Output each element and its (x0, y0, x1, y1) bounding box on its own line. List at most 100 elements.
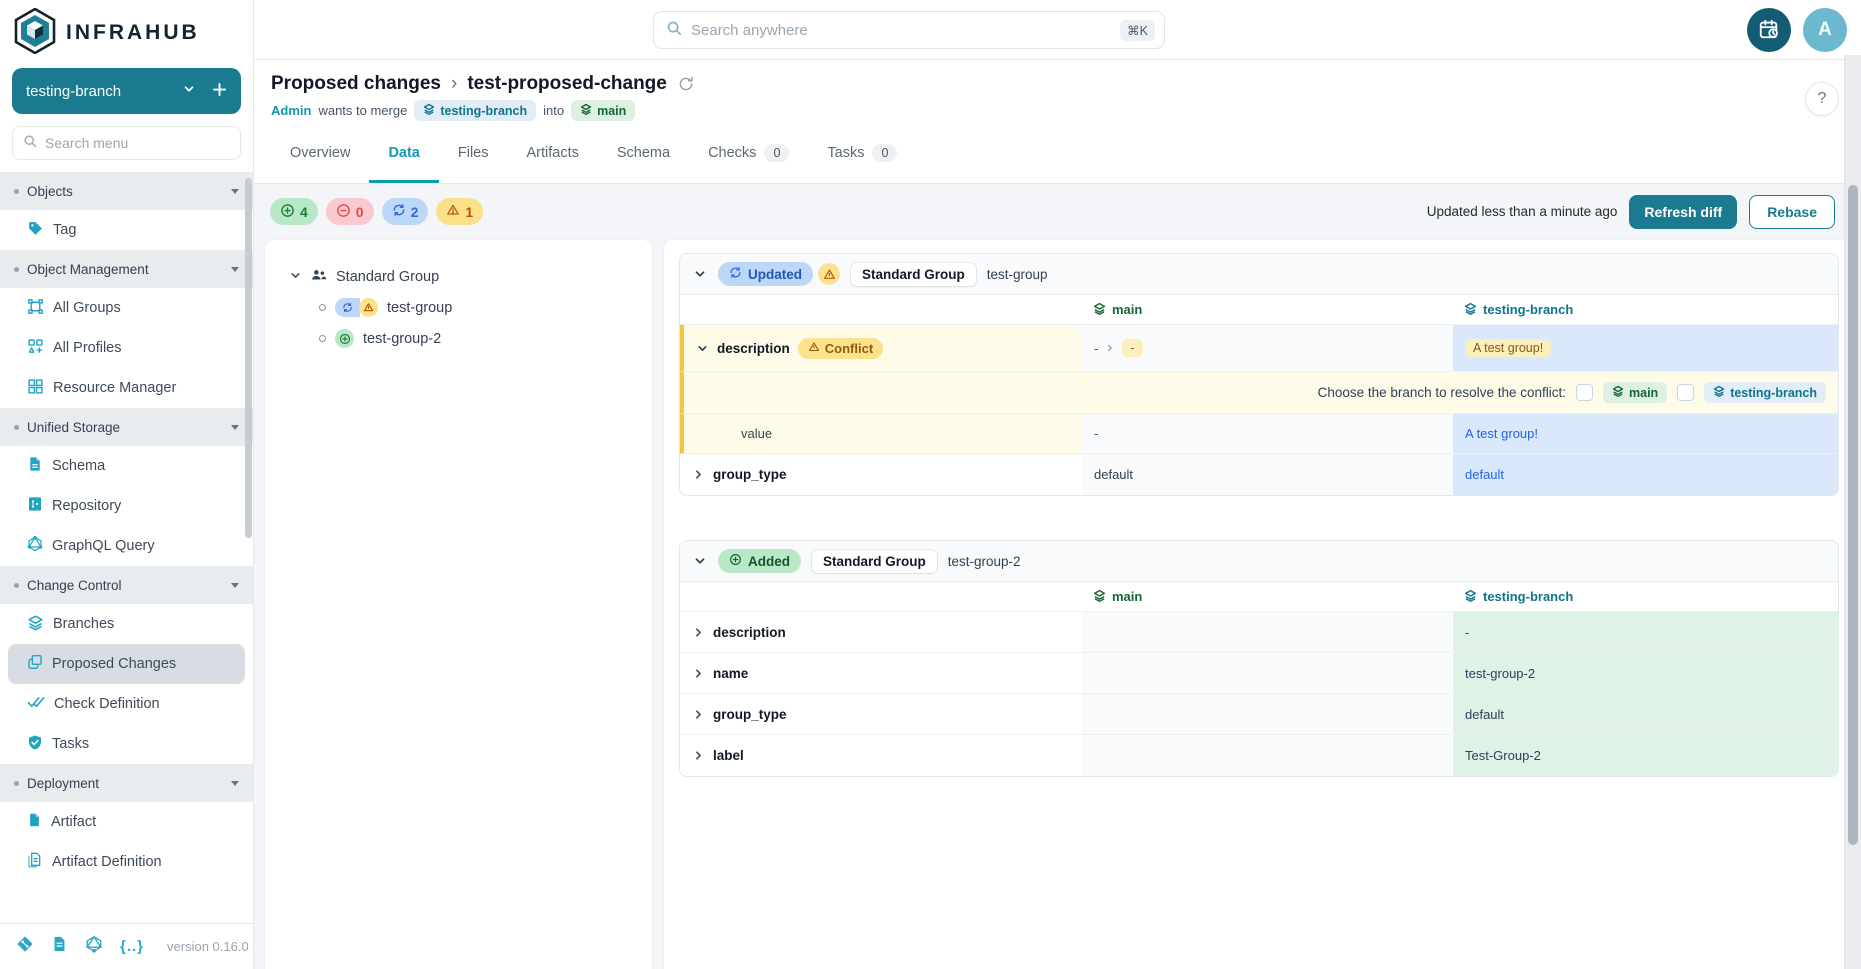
status-badge-updated: Updated (718, 262, 813, 286)
conflict-counter[interactable]: 1 (436, 198, 483, 225)
time-travel-button[interactable] (1747, 8, 1791, 52)
menu-search-input[interactable] (45, 135, 230, 151)
menu-search[interactable] (12, 126, 241, 160)
attribute-label-cell[interactable]: name (680, 653, 1082, 693)
graphql-icon (27, 536, 43, 556)
sidebar-item-repository[interactable]: Repository (8, 486, 245, 526)
property-label-cell: value (684, 414, 1082, 453)
graphql-footer-icon[interactable] (85, 935, 103, 958)
tab-schema[interactable]: Schema (598, 126, 689, 183)
sidebar-item-all-profiles[interactable]: All Profiles (8, 328, 245, 368)
breadcrumb-root[interactable]: Proposed changes (271, 73, 441, 95)
sidebar-scrollbar-thumb[interactable] (245, 178, 252, 538)
panel-header[interactable]: Added Standard Group test-group-2 (680, 541, 1838, 582)
main-value: - (1094, 426, 1098, 441)
nav-section-deployment[interactable]: Deployment (0, 764, 253, 802)
chevron-down-icon[interactable] (289, 269, 302, 286)
tab-count-badge: 0 (872, 144, 897, 162)
chevron-right-icon[interactable] (692, 667, 705, 680)
sidebar-item-all-groups[interactable]: All Groups (8, 288, 245, 328)
help-button[interactable]: ? (1805, 82, 1839, 116)
page-scrollbar-thumb[interactable] (1848, 185, 1858, 845)
branch-stack-icon (1612, 385, 1624, 400)
section-label: Object Management (27, 262, 149, 277)
resolve-branch-badge[interactable]: testing-branch (1704, 382, 1826, 403)
breadcrumb-separator: › (451, 73, 457, 95)
branch-selector[interactable]: testing-branch (12, 68, 241, 114)
chevron-right-icon[interactable] (692, 626, 705, 639)
sidebar-item-branches[interactable]: Branches (8, 604, 245, 644)
panel-header[interactable]: Updated Standard Group test-group (680, 254, 1838, 295)
global-search[interactable]: ⌘K (653, 11, 1165, 49)
target-branch-badge[interactable]: main (571, 100, 635, 121)
global-search-input[interactable] (691, 22, 1111, 39)
removed-counter[interactable]: 0 (326, 198, 374, 225)
sidebar-item-proposed-changes[interactable]: Proposed Changes (8, 644, 245, 684)
sidebar-item-label: Resource Manager (53, 380, 176, 396)
tab-checks[interactable]: Checks0 (689, 126, 808, 183)
chevron-down-icon[interactable] (696, 342, 709, 355)
chevron-down-icon[interactable] (693, 554, 707, 568)
tree-node-standard-group[interactable]: Standard Group (289, 262, 652, 292)
chevron-right-icon[interactable] (692, 749, 705, 762)
chevron-right-icon[interactable] (692, 708, 705, 721)
brand-name: INFRAHUB (66, 21, 200, 45)
refresh-icon[interactable] (677, 75, 695, 93)
docs-icon[interactable] (51, 935, 68, 958)
sidebar-footer: {..} version 0.16.0 (0, 923, 253, 969)
nav-section-object-management[interactable]: Object Management (0, 250, 253, 288)
resolve-branch-checkbox[interactable] (1677, 384, 1694, 401)
tag-icon (27, 220, 44, 241)
sidebar-item-check-definition[interactable]: Check Definition (8, 684, 245, 724)
tab-artifacts[interactable]: Artifacts (508, 126, 598, 183)
tree-node-test-group-2[interactable]: test-group-2 (319, 323, 652, 354)
logo-row[interactable]: INFRAHUB (0, 0, 253, 62)
page-scrollbar[interactable] (1844, 55, 1861, 969)
sidebar-item-artifact-definition[interactable]: Artifact Definition (8, 842, 245, 882)
attribute-label-cell[interactable]: group_type (680, 694, 1082, 734)
refresh-diff-button[interactable]: Refresh diff (1629, 195, 1737, 229)
tab-files[interactable]: Files (439, 126, 508, 183)
sidebar-item-resource-manager[interactable]: Resource Manager (8, 368, 245, 408)
sidebar-item-graphql-query[interactable]: GraphQL Query (8, 526, 245, 566)
tab-tasks[interactable]: Tasks0 (808, 126, 916, 183)
breadcrumb: Proposed changes › test-proposed-change (271, 73, 1861, 95)
old-value: - (1094, 341, 1098, 356)
nav-section-unified-storage[interactable]: Unified Storage (0, 408, 253, 446)
nav-section-change-control[interactable]: Change Control (0, 566, 253, 604)
sidebar-item-schema[interactable]: Schema (8, 446, 245, 486)
bullet-icon (319, 335, 326, 342)
sidebar-item-tasks[interactable]: Tasks (8, 724, 245, 764)
source-branch-badge[interactable]: testing-branch (414, 100, 536, 121)
sidebar-item-artifact[interactable]: Artifact (8, 802, 245, 842)
author-name[interactable]: Admin (271, 103, 311, 118)
tree-node-test-group[interactable]: test-group (319, 292, 652, 323)
updated-counter[interactable]: 2 (382, 198, 429, 225)
sidebar-item-tag[interactable]: Tag (8, 210, 245, 250)
sidebar-item-label: GraphQL Query (52, 538, 155, 554)
add-branch-icon[interactable] (212, 82, 227, 101)
attribute-label-cell[interactable]: label (680, 735, 1082, 776)
tab-label: Schema (617, 145, 670, 161)
attribute-label-cell[interactable]: description Conflict (684, 325, 1082, 371)
resolve-main-badge[interactable]: main (1603, 382, 1667, 403)
branch-value: A test group! (1465, 426, 1538, 441)
resolve-branch-label: testing-branch (1730, 386, 1817, 400)
rebase-button[interactable]: Rebase (1749, 195, 1835, 229)
sidebar: INFRAHUB testing-branch Objects (0, 0, 254, 969)
avatar[interactable]: A (1803, 8, 1847, 52)
chevron-down-icon[interactable] (693, 267, 707, 281)
diff-panel-updated: Updated Standard Group test-group main (679, 253, 1839, 496)
attribute-name: group_type (713, 707, 787, 722)
attribute-label-cell[interactable]: description (680, 612, 1082, 652)
git-icon[interactable] (16, 935, 34, 958)
resolve-main-checkbox[interactable] (1576, 384, 1593, 401)
attribute-label-cell[interactable]: group_type (680, 454, 1082, 495)
tab-overview[interactable]: Overview (271, 126, 369, 183)
diff-copy-icon (27, 654, 43, 674)
braces-icon[interactable]: {..} (120, 938, 144, 955)
nav-section-objects[interactable]: Objects (0, 172, 253, 210)
added-counter[interactable]: 4 (270, 198, 318, 225)
tab-data[interactable]: Data (369, 126, 438, 183)
chevron-right-icon[interactable] (692, 468, 705, 481)
